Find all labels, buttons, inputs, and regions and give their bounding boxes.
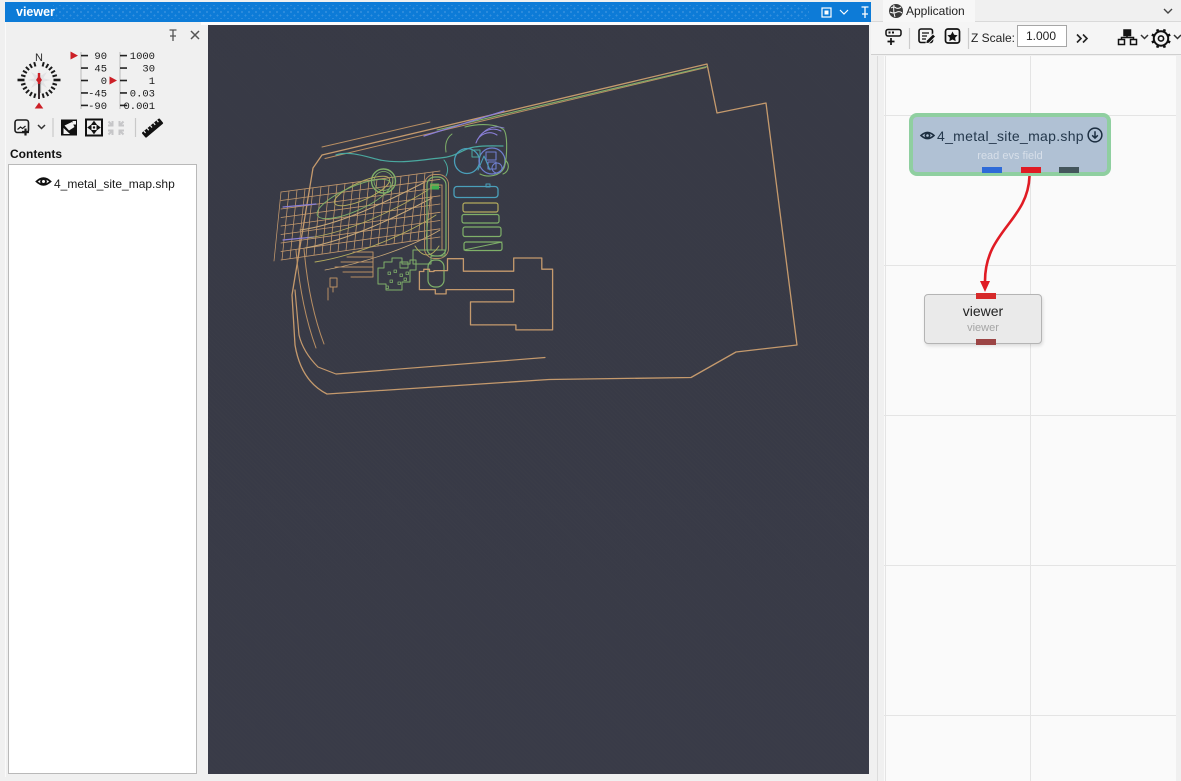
svg-text:30: 30 — [142, 64, 155, 76]
svg-text:-90: -90 — [88, 101, 107, 113]
svg-text:1000: 1000 — [130, 51, 155, 63]
svg-text:1: 1 — [149, 76, 155, 88]
svg-text:-45: -45 — [88, 88, 107, 100]
svg-text:0.001: 0.001 — [123, 101, 155, 113]
svg-text:0: 0 — [101, 76, 107, 88]
svg-text:45: 45 — [94, 64, 107, 76]
svg-text:90: 90 — [94, 51, 107, 63]
svg-text:0.03: 0.03 — [130, 88, 155, 100]
svg-text:N: N — [35, 52, 43, 64]
